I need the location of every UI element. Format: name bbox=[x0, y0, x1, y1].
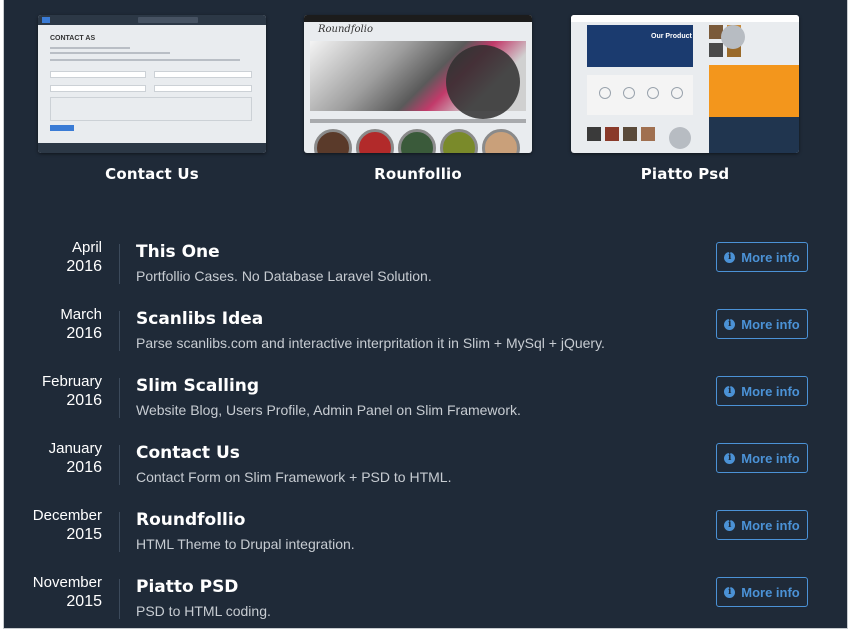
timeline-description: Website Blog, Users Profile, Admin Panel… bbox=[136, 402, 521, 418]
page-background: CONTACT AS Contact Us Roundfolio Rounfol… bbox=[3, 0, 848, 629]
timeline-year: 2016 bbox=[66, 392, 102, 409]
portfolio-cards: CONTACT AS Contact Us Roundfolio Rounfol… bbox=[4, 15, 847, 195]
timeline-description: Parse scanlibs.com and interactive inter… bbox=[136, 335, 605, 351]
timeline-title: Scanlibs Idea bbox=[136, 309, 264, 329]
more-info-label: More info bbox=[741, 383, 800, 399]
timeline-title: Piatto PSD bbox=[136, 577, 239, 597]
info-icon: i bbox=[724, 251, 736, 263]
timeline-title: This One bbox=[136, 242, 220, 262]
more-info-label: More info bbox=[741, 517, 800, 533]
info-icon: i bbox=[724, 586, 736, 598]
portfolio-card-piatto-psd[interactable]: Our Product Piatto Psd bbox=[571, 15, 799, 183]
more-info-label: More info bbox=[741, 249, 800, 265]
timeline-description: HTML Theme to Drupal integration. bbox=[136, 536, 355, 552]
timeline-row: November 2015 Piatto PSD PSD to HTML cod… bbox=[4, 573, 847, 628]
timeline-year: 2016 bbox=[66, 459, 102, 476]
timeline-divider bbox=[119, 579, 120, 619]
timeline-year: 2016 bbox=[66, 325, 102, 342]
timeline-title: Slim Scalling bbox=[136, 376, 260, 396]
portfolio-thumbnail[interactable]: Our Product bbox=[571, 15, 799, 153]
timeline-date: February 2016 bbox=[4, 372, 102, 410]
thumb-heading: Our Product bbox=[651, 33, 692, 40]
timeline-row: January 2016 Contact Us Contact Form on … bbox=[4, 439, 847, 506]
timeline-row: December 2015 Roundfollio HTML Theme to … bbox=[4, 506, 847, 573]
timeline-year: 2015 bbox=[66, 593, 102, 610]
more-info-label: More info bbox=[741, 316, 800, 332]
more-info-label: More info bbox=[741, 450, 800, 466]
timeline-date: December 2015 bbox=[4, 506, 102, 544]
timeline-title: Contact Us bbox=[136, 443, 240, 463]
info-icon: i bbox=[724, 318, 736, 330]
more-info-button[interactable]: i More info bbox=[716, 309, 808, 339]
thumb-heading: CONTACT AS bbox=[50, 35, 96, 42]
timeline-date: March 2016 bbox=[4, 305, 102, 343]
timeline-divider bbox=[119, 311, 120, 351]
timeline-title: Roundfollio bbox=[136, 510, 246, 530]
more-info-button[interactable]: i More info bbox=[716, 510, 808, 540]
info-icon: i bbox=[724, 385, 736, 397]
timeline-year: 2016 bbox=[66, 258, 102, 275]
more-info-button[interactable]: i More info bbox=[716, 242, 808, 272]
timeline-year: 2015 bbox=[66, 526, 102, 543]
timeline-description: Contact Form on Slim Framework + PSD to … bbox=[136, 469, 452, 485]
timeline-month: February bbox=[41, 373, 102, 390]
timeline-date: November 2015 bbox=[4, 573, 102, 611]
portfolio-card-title[interactable]: Contact Us bbox=[38, 165, 266, 183]
timeline-divider bbox=[119, 244, 120, 284]
timeline-row: March 2016 Scanlibs Idea Parse scanlibs.… bbox=[4, 305, 847, 372]
portfolio-card-rounfollio[interactable]: Roundfolio Rounfollio bbox=[304, 15, 532, 183]
portfolio-card-contact-us[interactable]: CONTACT AS Contact Us bbox=[38, 15, 266, 183]
timeline-date: April 2016 bbox=[4, 238, 102, 276]
timeline-month: January bbox=[48, 440, 102, 457]
timeline-description: Portfollio Cases. No Database Laravel So… bbox=[136, 268, 432, 284]
more-info-button[interactable]: i More info bbox=[716, 376, 808, 406]
timeline-description: PSD to HTML coding. bbox=[136, 603, 271, 619]
timeline-divider bbox=[119, 512, 120, 552]
timeline-month: April bbox=[71, 239, 102, 256]
timeline-divider bbox=[119, 378, 120, 418]
more-info-button[interactable]: i More info bbox=[716, 443, 808, 473]
more-info-label: More info bbox=[741, 584, 800, 600]
timeline-divider bbox=[119, 445, 120, 485]
more-info-button[interactable]: i More info bbox=[716, 577, 808, 607]
info-icon: i bbox=[724, 519, 736, 531]
portfolio-thumbnail[interactable]: Roundfolio bbox=[304, 15, 532, 153]
timeline-month: November bbox=[32, 574, 102, 591]
timeline-row: February 2016 Slim Scalling Website Blog… bbox=[4, 372, 847, 439]
timeline-row: April 2016 This One Portfollio Cases. No… bbox=[4, 238, 847, 305]
timeline-month: March bbox=[60, 306, 102, 323]
info-icon: i bbox=[724, 452, 736, 464]
timeline-date: January 2016 bbox=[4, 439, 102, 477]
timeline-month: December bbox=[32, 507, 102, 524]
portfolio-card-title[interactable]: Rounfollio bbox=[304, 165, 532, 183]
portfolio-card-title[interactable]: Piatto Psd bbox=[571, 165, 799, 183]
portfolio-thumbnail[interactable]: CONTACT AS bbox=[38, 15, 266, 153]
thumb-brand: Roundfolio bbox=[318, 24, 373, 35]
